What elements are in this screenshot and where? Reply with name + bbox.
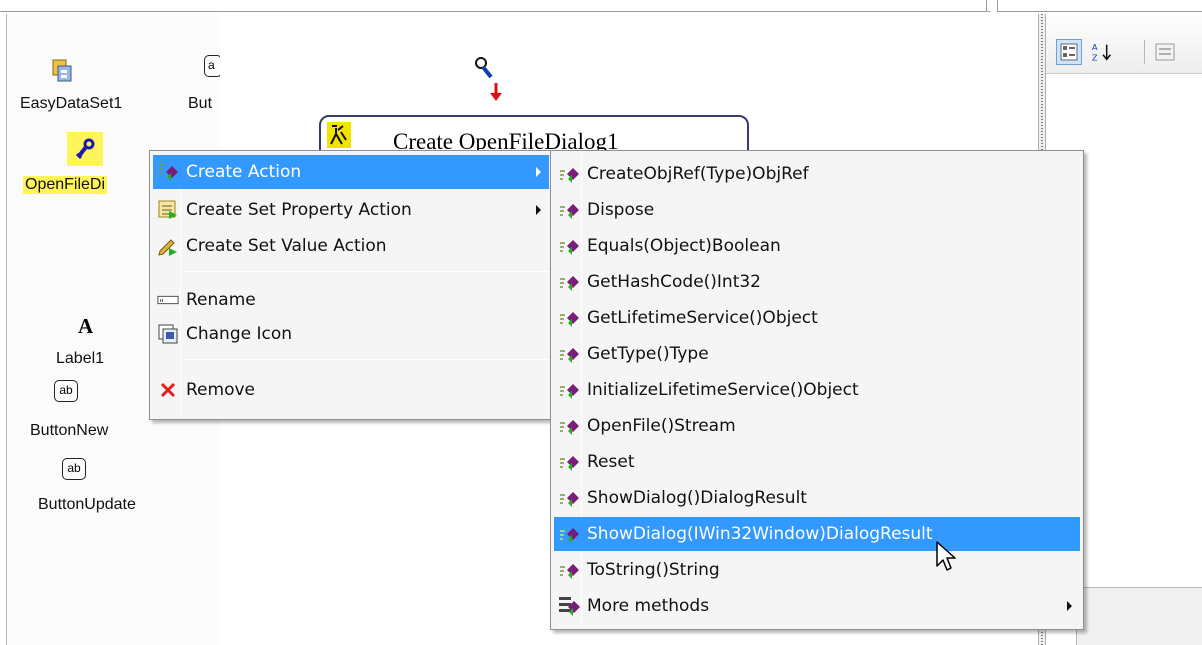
method-icon bbox=[558, 415, 580, 437]
menu-item-label: Create Set Value Action bbox=[186, 236, 387, 256]
menu-item-create-set-property-action[interactable]: Create Set Property Action bbox=[153, 193, 549, 227]
menu-item-create-set-value-action[interactable]: Create Set Value Action bbox=[153, 229, 549, 263]
buttonupdate-component[interactable]: ab ButtonUpdate bbox=[38, 456, 188, 520]
action-node-icon bbox=[327, 122, 351, 148]
create-action-icon bbox=[157, 161, 179, 183]
methods-submenu: CreateObjRef(Type)ObjRef Dispose Equals(… bbox=[550, 150, 1084, 630]
categorized-icon[interactable] bbox=[1056, 39, 1082, 65]
component-context-menu: Create Action Create Set Property Action… bbox=[149, 150, 553, 420]
component-label: ButtonUpdate bbox=[38, 496, 136, 513]
rename-icon bbox=[157, 289, 179, 311]
method-icon bbox=[558, 523, 580, 545]
button-icon: ab bbox=[54, 380, 78, 402]
menu-item-label: Remove bbox=[186, 380, 255, 400]
method-icon bbox=[558, 487, 580, 509]
submenu-item-gettype[interactable]: GetType()Type bbox=[554, 337, 1080, 371]
remove-icon bbox=[157, 379, 179, 401]
change-icon-icon bbox=[157, 323, 179, 345]
button-component[interactable]: a But bbox=[188, 55, 220, 135]
menu-item-label: Change Icon bbox=[186, 324, 293, 344]
submenu-arrow-icon bbox=[536, 167, 541, 177]
submenu-item-tostring[interactable]: ToString()String bbox=[554, 553, 1080, 587]
menu-item-remove[interactable]: Remove bbox=[153, 373, 549, 407]
component-label: OpenFileDi bbox=[23, 176, 108, 194]
menu-item-rename[interactable]: Rename bbox=[153, 283, 549, 317]
submenu-item-label: GetType()Type bbox=[587, 344, 709, 364]
menu-separator bbox=[184, 271, 549, 272]
component-label: Label1 bbox=[56, 350, 105, 367]
submenu-item-more-methods[interactable]: More methods bbox=[554, 589, 1080, 623]
set-property-icon bbox=[157, 199, 179, 221]
sort-alphabetical-icon[interactable]: A Z bbox=[1090, 39, 1116, 65]
buttonnew-component[interactable]: ab ButtonNew bbox=[30, 378, 160, 442]
submenu-item-label: Dispose bbox=[587, 200, 655, 220]
submenu-item-label: ShowDialog(IWin32Window)DialogResult bbox=[587, 524, 933, 544]
dataset-icon bbox=[52, 58, 74, 88]
menu-item-create-action[interactable]: Create Action bbox=[153, 155, 549, 189]
label1-component[interactable]: A Label1 bbox=[50, 312, 150, 372]
method-icon bbox=[558, 379, 580, 401]
menu-item-label: Create Action bbox=[186, 162, 302, 182]
submenu-item-reset[interactable]: Reset bbox=[554, 445, 1080, 479]
submenu-item-label: GetLifetimeService()Object bbox=[587, 308, 818, 328]
submenu-item-openfile[interactable]: OpenFile()Stream bbox=[554, 409, 1080, 443]
menu-separator bbox=[184, 359, 549, 360]
start-node-icon bbox=[470, 55, 510, 105]
menu-item-label: Rename bbox=[186, 290, 256, 310]
submenu-item-showdialog-iwin32window[interactable]: ShowDialog(IWin32Window)DialogResult bbox=[554, 517, 1080, 551]
properties-description-area bbox=[1076, 587, 1202, 645]
submenu-item-dispose[interactable]: Dispose bbox=[554, 193, 1080, 227]
method-icon bbox=[558, 271, 580, 293]
submenu-item-equals[interactable]: Equals(Object)Boolean bbox=[554, 229, 1080, 263]
submenu-arrow-icon bbox=[536, 205, 541, 215]
open-file-icon bbox=[67, 132, 103, 166]
method-icon bbox=[558, 235, 580, 257]
component-label: ButtonNew bbox=[30, 422, 109, 439]
submenu-item-label: More methods bbox=[587, 596, 710, 616]
top-strip bbox=[0, 0, 1202, 12]
menu-item-label: Create Set Property Action bbox=[186, 200, 412, 220]
submenu-item-label: CreateObjRef(Type)ObjRef bbox=[587, 164, 809, 184]
button-icon: ab bbox=[62, 458, 86, 480]
submenu-item-getlifetimeservice[interactable]: GetLifetimeService()Object bbox=[554, 301, 1080, 335]
submenu-item-label: GetHashCode()Int32 bbox=[587, 272, 762, 292]
properties-toolbar: A Z bbox=[1046, 14, 1202, 74]
property-pages-icon[interactable] bbox=[1152, 39, 1178, 65]
submenu-item-createobjref[interactable]: CreateObjRef(Type)ObjRef bbox=[554, 157, 1080, 191]
menu-item-change-icon[interactable]: Change Icon bbox=[153, 317, 549, 351]
submenu-item-label: Equals(Object)Boolean bbox=[587, 236, 781, 256]
method-icon bbox=[558, 199, 580, 221]
method-icon bbox=[558, 559, 580, 581]
submenu-item-gethashcode[interactable]: GetHashCode()Int32 bbox=[554, 265, 1080, 299]
openfiledialog-component[interactable]: OpenFileDi bbox=[23, 132, 163, 212]
component-label: But bbox=[188, 95, 213, 112]
svg-text:Z: Z bbox=[1092, 52, 1098, 62]
method-icon bbox=[558, 451, 580, 473]
component-label: EasyDataSet1 bbox=[20, 95, 123, 112]
mouse-cursor-icon bbox=[935, 540, 957, 578]
submenu-item-initializelifetimeservice[interactable]: InitializeLifetimeService()Object bbox=[554, 373, 1080, 407]
submenu-item-label: Reset bbox=[587, 452, 635, 472]
button-icon: a bbox=[204, 55, 220, 77]
submenu-item-showdialog[interactable]: ShowDialog()DialogResult bbox=[554, 481, 1080, 515]
more-methods-icon bbox=[558, 595, 580, 617]
method-icon bbox=[558, 307, 580, 329]
method-icon bbox=[558, 343, 580, 365]
submenu-item-label: OpenFile()Stream bbox=[587, 416, 736, 436]
svg-text:A: A bbox=[1092, 42, 1098, 52]
submenu-item-label: ToString()String bbox=[587, 560, 720, 580]
set-value-icon bbox=[157, 235, 179, 257]
label-icon: A bbox=[78, 314, 94, 338]
submenu-item-label: ShowDialog()DialogResult bbox=[587, 488, 807, 508]
submenu-item-label: InitializeLifetimeService()Object bbox=[587, 380, 859, 400]
submenu-arrow-icon bbox=[1067, 601, 1072, 611]
method-icon bbox=[558, 163, 580, 185]
